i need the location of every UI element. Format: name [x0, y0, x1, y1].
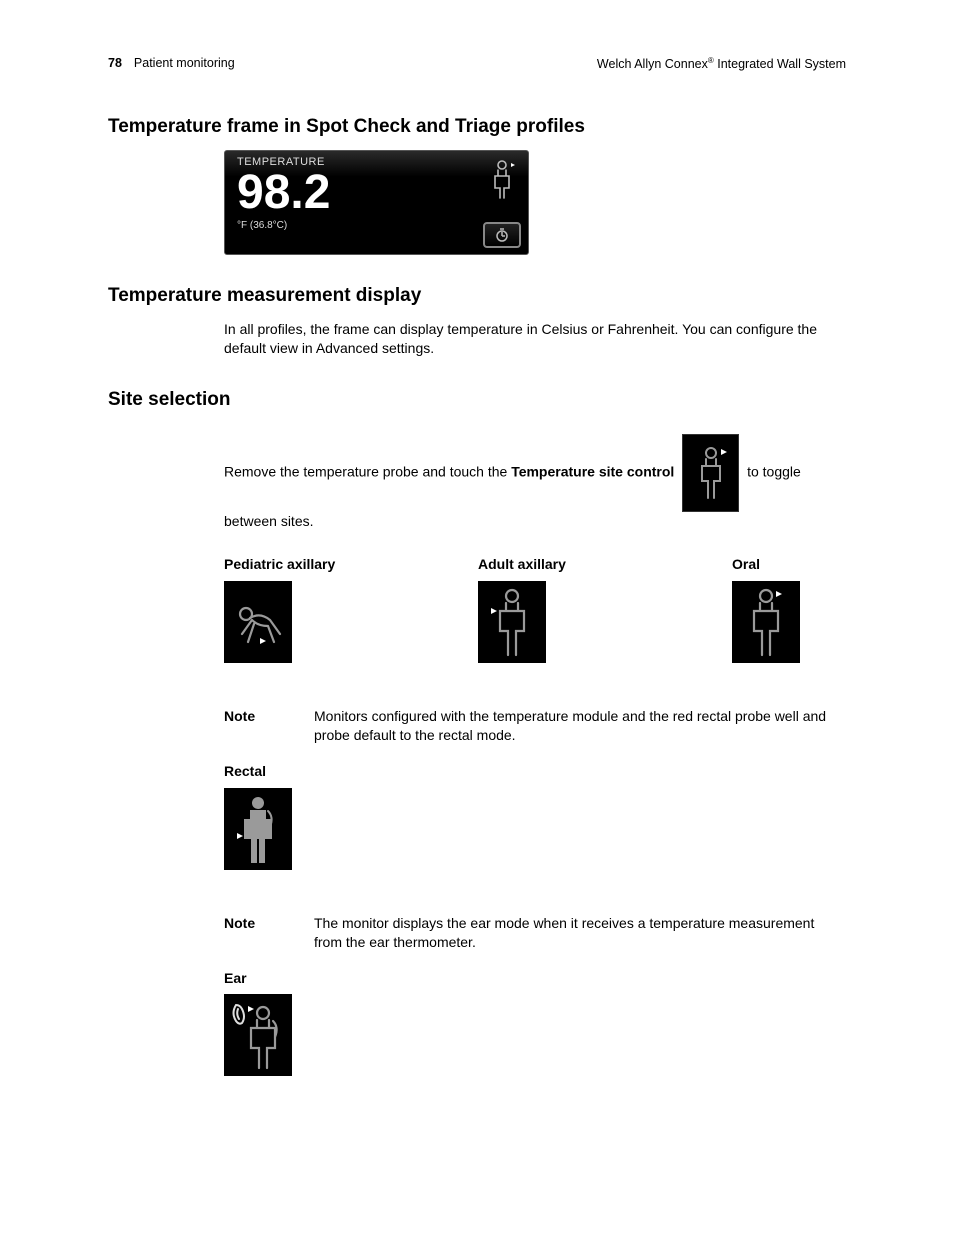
site-label-pediatric: Pediatric axillary — [224, 555, 338, 575]
heading-site-selection: Site selection — [108, 387, 846, 414]
site-label-rectal: Rectal — [224, 762, 846, 782]
header-left: 78 Patient monitoring — [108, 55, 235, 74]
rectal-icon — [224, 788, 292, 870]
section-name: Patient monitoring — [134, 56, 235, 70]
oral-icon — [732, 581, 800, 663]
ear-icon — [224, 994, 292, 1076]
heading-temp-frame: Temperature frame in Spot Check and Tria… — [108, 114, 846, 141]
note-ear: Note The monitor displays the ear mode w… — [224, 914, 846, 953]
site-paragraph: Remove the temperature probe and touch t… — [224, 434, 846, 532]
temperature-frame-screenshot: TEMPERATURE 98.2 °F (36.8°C) — [224, 150, 529, 255]
page-number: 78 — [108, 56, 122, 70]
pediatric-axillary-icon — [224, 581, 292, 663]
site-label-adult: Adult axillary — [478, 555, 592, 575]
site-control-icon — [682, 434, 739, 512]
temp-unit: °F (36.8°C) — [237, 219, 520, 233]
site-label-ear: Ear — [224, 969, 846, 989]
page-header: 78 Patient monitoring Welch Allyn Connex®… — [108, 55, 846, 74]
temp-value: 98.2 — [237, 169, 520, 217]
header-right: Welch Allyn Connex® Integrated Wall Syst… — [597, 55, 846, 74]
display-paragraph: In all profiles, the frame can display t… — [224, 320, 846, 359]
heading-temp-display: Temperature measurement display — [108, 283, 846, 310]
adult-axillary-icon — [478, 581, 546, 663]
note-rectal: Note Monitors configured with the temper… — [224, 707, 846, 746]
site-label-oral: Oral — [732, 555, 846, 575]
timer-button-icon — [483, 222, 521, 248]
oral-site-icon — [485, 157, 519, 201]
site-options-row: Pediatric axillary Adult axillary — [224, 555, 846, 663]
